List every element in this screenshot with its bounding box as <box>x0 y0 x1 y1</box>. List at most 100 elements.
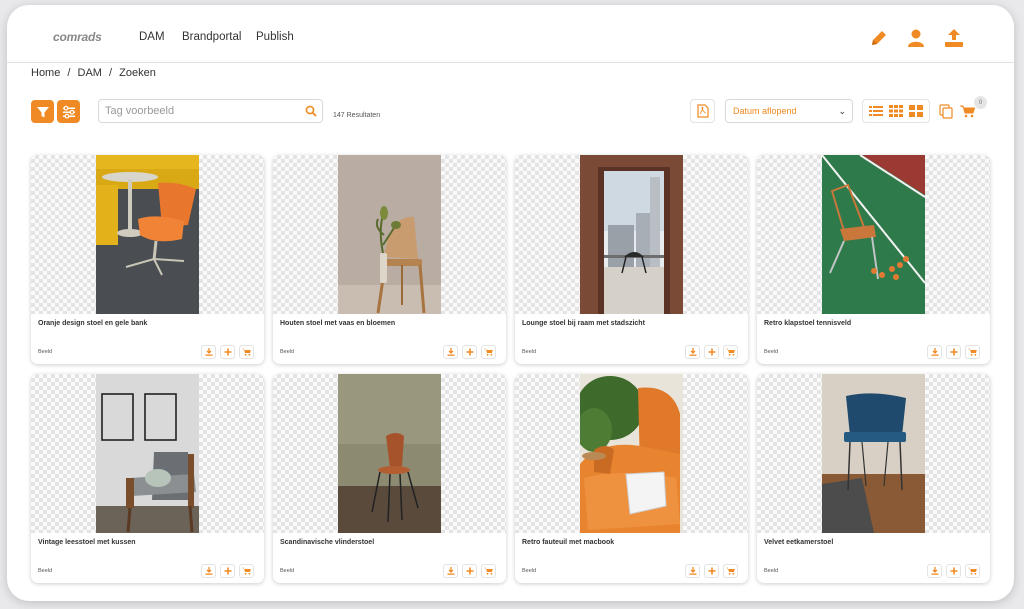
asset-card[interactable]: Lounge stoel bij raam met stadszicht Bee… <box>515 155 748 364</box>
cart-icon <box>726 567 735 575</box>
user-icon[interactable] <box>905 27 927 49</box>
download-button[interactable] <box>685 564 700 578</box>
asset-card[interactable]: Vintage leesstoel met kussen Beeld <box>31 374 264 583</box>
cart-count-badge: 0 <box>974 96 987 109</box>
add-to-cart-button[interactable] <box>965 345 980 359</box>
adjust-filters-button[interactable] <box>57 100 80 123</box>
add-button[interactable] <box>462 564 477 578</box>
asset-card[interactable]: Velvet eetkamerstoel Beeld <box>757 374 990 583</box>
asset-actions <box>685 345 738 359</box>
top-bar: comrads DAM Brandportal Publish <box>7 5 1014 63</box>
breadcrumb-dam[interactable]: DAM <box>78 67 102 79</box>
plus-icon <box>950 348 957 356</box>
breadcrumb-home[interactable]: Home <box>31 67 60 79</box>
asset-title: Vintage leesstoel met kussen <box>38 539 136 546</box>
download-button[interactable] <box>927 564 942 578</box>
download-button[interactable] <box>443 564 458 578</box>
asset-actions <box>443 345 496 359</box>
copy-icon[interactable] <box>939 104 953 119</box>
asset-actions <box>201 564 254 578</box>
cart-icon <box>242 567 251 575</box>
view-toggle-group <box>862 99 930 123</box>
download-icon <box>447 348 454 356</box>
asset-thumbnail[interactable] <box>580 155 683 314</box>
add-to-cart-button[interactable] <box>239 564 254 578</box>
cart-icon <box>484 567 493 575</box>
asset-actions <box>927 345 980 359</box>
download-button[interactable] <box>927 345 942 359</box>
add-button[interactable] <box>946 564 961 578</box>
pdf-export-button[interactable] <box>690 99 715 123</box>
download-button[interactable] <box>685 345 700 359</box>
cart-icon <box>726 348 735 356</box>
download-icon <box>689 348 696 356</box>
asset-thumbnail[interactable] <box>822 155 925 314</box>
chevron-down-icon: ⌄ <box>838 106 846 116</box>
add-to-cart-button[interactable] <box>723 345 738 359</box>
asset-thumbnail[interactable] <box>96 374 199 533</box>
asset-title: Scandinavische vlinderstoel <box>280 539 375 546</box>
add-to-cart-button[interactable] <box>723 564 738 578</box>
asset-card[interactable]: Retro fauteuil met macbook Beeld <box>515 374 748 583</box>
asset-type: Beeld <box>522 349 537 355</box>
breadcrumb-separator: / <box>109 67 113 79</box>
large-grid-icon[interactable] <box>909 105 923 117</box>
asset-card[interactable]: Scandinavische vlinderstoel Beeld <box>273 374 506 583</box>
download-button[interactable] <box>201 564 216 578</box>
download-icon <box>447 567 454 575</box>
nav-publish[interactable]: Publish <box>256 31 294 43</box>
asset-actions <box>927 564 980 578</box>
nav-dam[interactable]: DAM <box>139 31 165 43</box>
nav-brandportal[interactable]: Brandportal <box>182 31 241 43</box>
download-icon <box>931 567 938 575</box>
logo: comrads <box>53 30 102 44</box>
filter-button[interactable] <box>31 100 54 123</box>
cart-icon[interactable] <box>960 105 975 118</box>
asset-type: Beeld <box>280 349 295 355</box>
plus-icon <box>950 567 957 575</box>
asset-card[interactable]: Oranje design stoel en gele bank Beeld <box>31 155 264 364</box>
asset-title: Retro fauteuil met macbook <box>522 539 615 546</box>
asset-card[interactable]: Houten stoel met vaas en bloemen Beeld <box>273 155 506 364</box>
sliders-icon <box>62 105 75 119</box>
search-input[interactable] <box>99 100 289 122</box>
asset-type: Beeld <box>522 568 537 574</box>
add-to-cart-button[interactable] <box>239 345 254 359</box>
asset-title: Houten stoel met vaas en bloemen <box>280 320 396 327</box>
add-button[interactable] <box>704 564 719 578</box>
add-button[interactable] <box>220 564 235 578</box>
download-button[interactable] <box>443 345 458 359</box>
asset-thumbnail[interactable] <box>338 374 441 533</box>
list-view-icon[interactable] <box>869 105 883 117</box>
add-to-cart-button[interactable] <box>481 564 496 578</box>
download-icon <box>205 348 212 356</box>
upload-icon[interactable] <box>943 27 965 49</box>
plus-icon <box>708 348 715 356</box>
asset-type: Beeld <box>38 349 53 355</box>
cart-icon <box>242 348 251 356</box>
sort-selected-value: Datum aflopend <box>733 106 797 116</box>
sort-select[interactable]: Datum aflopend ⌄ <box>725 99 853 123</box>
asset-actions <box>685 564 738 578</box>
asset-thumbnail[interactable] <box>822 374 925 533</box>
asset-type: Beeld <box>764 568 779 574</box>
edit-icon[interactable] <box>868 27 890 49</box>
search-icon[interactable] <box>305 105 317 117</box>
plus-icon <box>224 567 231 575</box>
plus-icon <box>466 348 473 356</box>
add-button[interactable] <box>946 345 961 359</box>
filter-icon <box>36 106 49 117</box>
asset-card[interactable]: Retro klapstoel tennisveld Beeld <box>757 155 990 364</box>
asset-thumbnail[interactable] <box>338 155 441 314</box>
download-button[interactable] <box>201 345 216 359</box>
add-to-cart-button[interactable] <box>481 345 496 359</box>
asset-title: Lounge stoel bij raam met stadszicht <box>522 320 645 327</box>
breadcrumb: Home / DAM / Zoeken <box>31 67 160 79</box>
add-to-cart-button[interactable] <box>965 564 980 578</box>
asset-thumbnail[interactable] <box>96 155 199 314</box>
add-button[interactable] <box>704 345 719 359</box>
asset-thumbnail[interactable] <box>580 374 683 533</box>
add-button[interactable] <box>462 345 477 359</box>
small-grid-icon[interactable] <box>889 105 903 117</box>
add-button[interactable] <box>220 345 235 359</box>
